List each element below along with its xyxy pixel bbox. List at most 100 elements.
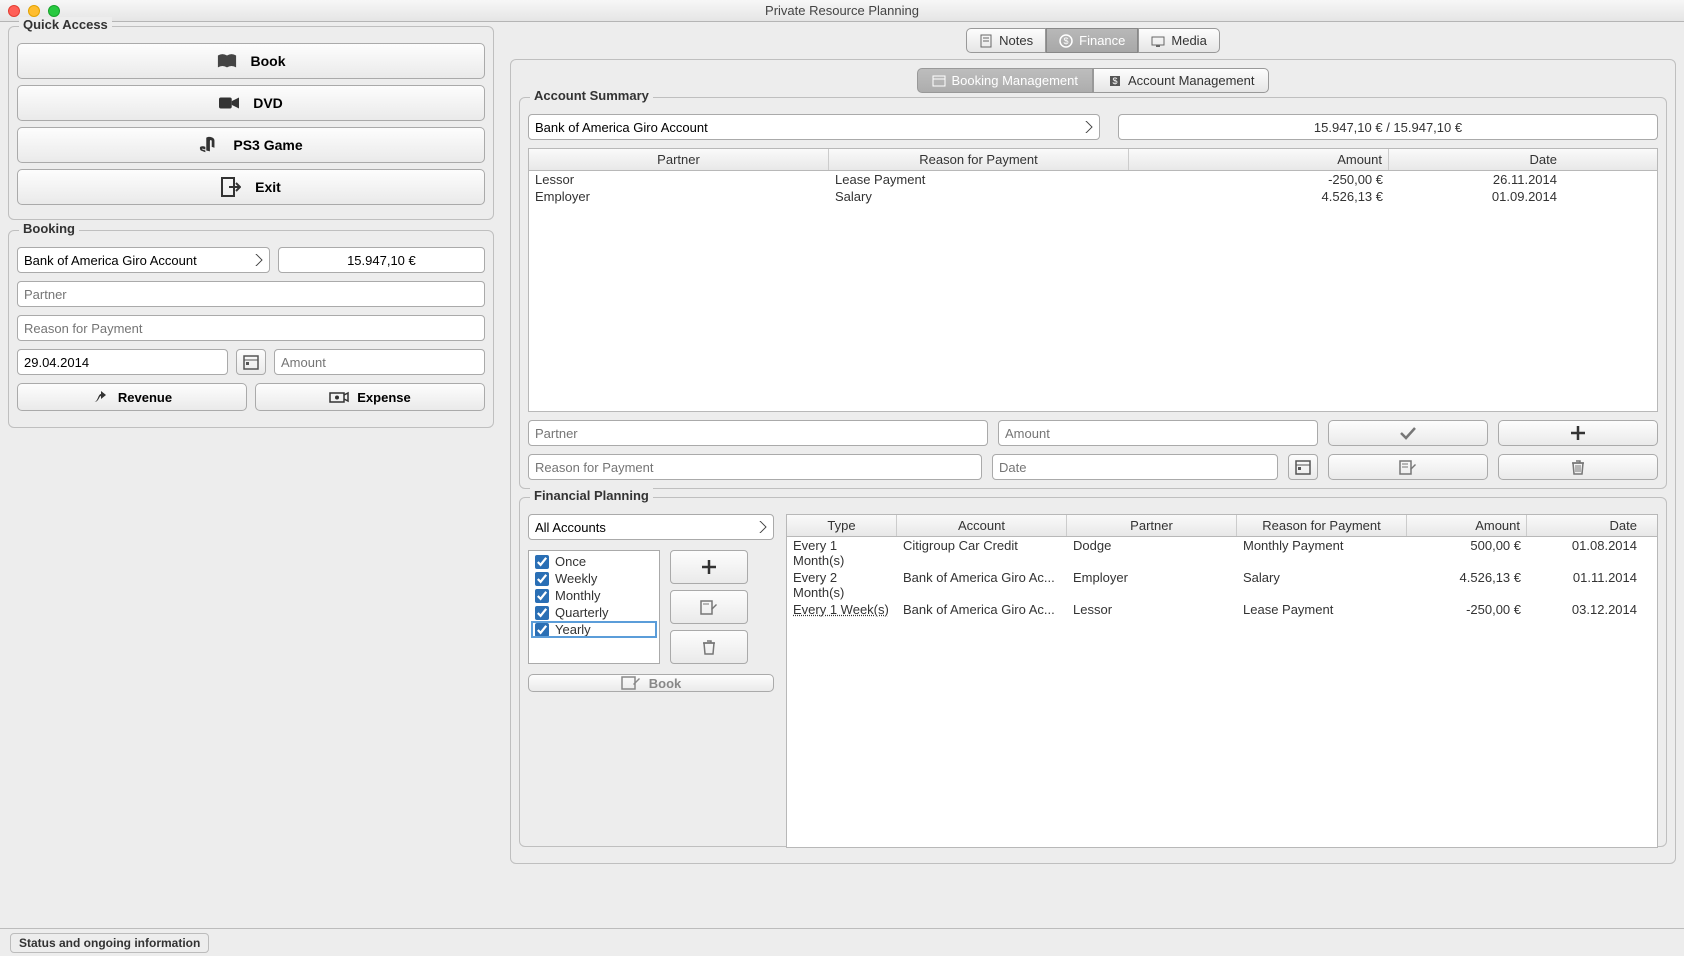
finance-subtabs: Booking Management $ Account Management [519, 68, 1667, 93]
planning-book-button[interactable]: Book [528, 674, 774, 692]
summary-balance-display: 15.947,10 € / 15.947,10 € [1118, 114, 1658, 140]
plan-col-account[interactable]: Account [897, 515, 1067, 536]
table-row[interactable]: Every 1 Month(s)Citigroup Car CreditDodg… [787, 537, 1657, 569]
dvd-button[interactable]: DVD [17, 85, 485, 121]
plan-col-partner[interactable]: Partner [1067, 515, 1237, 536]
entry-amount-input[interactable] [998, 420, 1318, 446]
tab-media-label: Media [1171, 33, 1206, 48]
frequency-monthly[interactable]: Monthly [531, 587, 657, 604]
plan-col-amount[interactable]: Amount [1407, 515, 1527, 536]
entry-delete-button[interactable] [1498, 454, 1658, 480]
account-mgmt-icon: $ [1108, 74, 1122, 88]
calendar-icon [243, 354, 259, 370]
planning-add-button[interactable] [670, 550, 748, 584]
frequency-checkbox[interactable] [535, 589, 549, 603]
col-amount[interactable]: Amount [1129, 149, 1389, 170]
planning-book-label: Book [649, 676, 682, 691]
tab-notes[interactable]: Notes [966, 28, 1046, 53]
booking-mgmt-icon [932, 74, 946, 88]
trash-icon [702, 639, 716, 655]
ps3-game-button[interactable]: PS3 Game [17, 127, 485, 163]
table-row[interactable]: LessorLease Payment-250,00 €26.11.2014 [529, 171, 1657, 188]
trash-icon [1571, 459, 1585, 475]
tab-notes-label: Notes [999, 33, 1033, 48]
frequency-checkbox[interactable] [535, 555, 549, 569]
playstation-icon [199, 135, 219, 155]
summary-account-select[interactable]: Bank of America Giro Account [528, 114, 1100, 140]
frequency-label: Yearly [555, 622, 591, 637]
col-date[interactable]: Date [1389, 149, 1657, 170]
minimize-window-button[interactable] [28, 5, 40, 17]
entry-date-input[interactable] [992, 454, 1278, 480]
frequency-quarterly[interactable]: Quarterly [531, 604, 657, 621]
svg-text:$: $ [1112, 76, 1117, 86]
frequency-weekly[interactable]: Weekly [531, 570, 657, 587]
revenue-button[interactable]: Revenue [17, 383, 247, 411]
booking-amount-input[interactable] [274, 349, 485, 375]
frequency-checkbox[interactable] [535, 606, 549, 620]
planning-delete-button[interactable] [670, 630, 748, 664]
planning-edit-button[interactable] [670, 590, 748, 624]
book-button[interactable]: Book [17, 43, 485, 79]
frequency-label: Once [555, 554, 586, 569]
frequency-checkbox[interactable] [535, 623, 549, 637]
account-summary-panel: Account Summary Bank of America Giro Acc… [519, 97, 1667, 489]
expense-icon [329, 390, 349, 404]
booking-partner-input[interactable] [17, 281, 485, 307]
table-row[interactable]: Every 1 Week(s)Bank of America Giro Ac..… [787, 601, 1657, 618]
booking-date-input[interactable] [17, 349, 228, 375]
edit-icon [700, 599, 718, 615]
exit-button-label: Exit [255, 179, 281, 195]
plan-col-date[interactable]: Date [1527, 515, 1657, 536]
quick-access-legend: Quick Access [19, 17, 112, 32]
booking-balance-field[interactable] [278, 247, 485, 273]
plus-icon [1570, 425, 1586, 441]
expense-button[interactable]: Expense [255, 383, 485, 411]
entry-partner-input[interactable] [528, 420, 988, 446]
svg-text:$: $ [1064, 36, 1069, 46]
entry-add-button[interactable] [1498, 420, 1658, 446]
financial-planning-legend: Financial Planning [530, 488, 653, 503]
frequency-label: Monthly [555, 588, 601, 603]
tab-finance[interactable]: $ Finance [1046, 28, 1138, 53]
plan-col-reason[interactable]: Reason for Payment [1237, 515, 1407, 536]
entry-edit-button[interactable] [1328, 454, 1488, 480]
subtab-booking-management[interactable]: Booking Management [917, 68, 1093, 93]
exit-button[interactable]: Exit [17, 169, 485, 205]
subtab-account-management[interactable]: $ Account Management [1093, 68, 1269, 93]
revenue-label: Revenue [118, 390, 172, 405]
frequency-list[interactable]: OnceWeeklyMonthly Quarterly Yearly [528, 550, 660, 664]
expense-label: Expense [357, 390, 410, 405]
status-text: Status and ongoing information [10, 933, 209, 953]
tab-media[interactable]: Media [1138, 28, 1219, 53]
edit-icon [1399, 459, 1417, 475]
booking-date-picker-button[interactable] [236, 349, 266, 375]
entry-confirm-button[interactable] [1328, 420, 1488, 446]
summary-table: Partner Reason for Payment Amount Date L… [528, 148, 1658, 412]
ps3-button-label: PS3 Game [233, 137, 302, 153]
plan-col-type[interactable]: Type [787, 515, 897, 536]
frequency-checkbox[interactable] [535, 572, 549, 586]
col-partner[interactable]: Partner [529, 149, 829, 170]
frequency-label: Quarterly [555, 605, 608, 620]
table-row[interactable]: Every 2 Month(s)Bank of America Giro Ac.… [787, 569, 1657, 601]
booking-group: Booking Bank of America Giro Account [8, 230, 494, 428]
entry-date-picker-button[interactable] [1288, 454, 1318, 480]
quick-access-group: Quick Access Book DVD PS3 Game Exit [8, 26, 494, 220]
planning-account-select[interactable]: All Accounts [528, 514, 774, 540]
booking-reason-input[interactable] [17, 315, 485, 341]
frequency-once[interactable]: Once [531, 553, 657, 570]
zoom-window-button[interactable] [48, 5, 60, 17]
check-icon [1399, 426, 1417, 440]
plus-icon [701, 559, 717, 575]
media-icon [1151, 34, 1165, 48]
booking-account-select[interactable]: Bank of America Giro Account [17, 247, 270, 273]
planning-table: Type Account Partner Reason for Payment … [786, 514, 1658, 848]
col-reason[interactable]: Reason for Payment [829, 149, 1129, 170]
entry-reason-input[interactable] [528, 454, 982, 480]
table-row[interactable]: EmployerSalary4.526,13 €01.09.2014 [529, 188, 1657, 205]
subtab-account-label: Account Management [1128, 73, 1254, 88]
close-window-button[interactable] [8, 5, 20, 17]
status-bar: Status and ongoing information [0, 928, 1684, 956]
frequency-yearly[interactable]: Yearly [531, 621, 657, 638]
